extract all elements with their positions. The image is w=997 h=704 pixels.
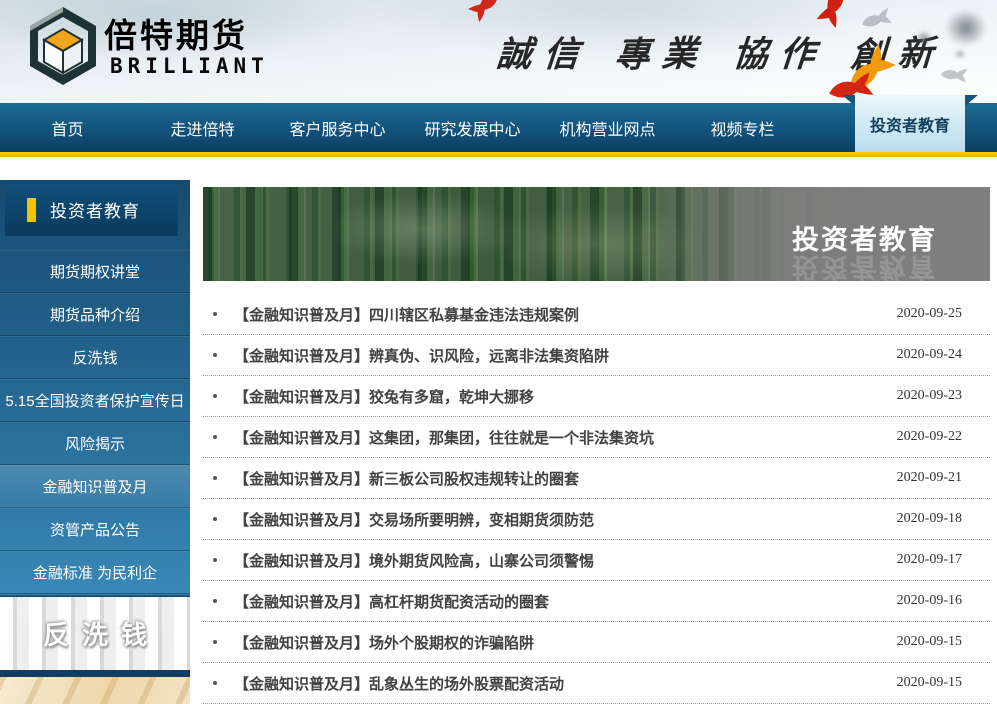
bullet-dot-icon: [213, 312, 217, 316]
brand-name-cn: 倍特期货: [104, 18, 269, 54]
sidebar-item-financial-literacy-month[interactable]: 金融知识普及月: [0, 465, 190, 508]
article-title: 【金融知识普及月】场外个股期权的诈骗陷阱: [234, 632, 534, 653]
bullet-dot-icon: [213, 517, 217, 521]
article-date: 2020-09-18: [897, 511, 990, 527]
ink-splash-decoration: [937, 2, 995, 54]
bullet-dot-icon: [213, 353, 217, 357]
bullet-dot-icon: [213, 599, 217, 603]
bullet-dot-icon: [213, 476, 217, 480]
nav-item-research[interactable]: 研究发展中心: [405, 103, 540, 152]
article-date: 2020-09-15: [897, 675, 990, 691]
promo-banner-gold[interactable]: [0, 677, 190, 704]
sidebar-menu: 期货期权讲堂 期货品种介绍 反洗钱 5.15全国投资者保护宣传日 风险揭示 金融…: [0, 236, 190, 594]
bullet-dot-icon: [213, 558, 217, 562]
brand-text: 倍特期货 BRILLIANT: [104, 6, 269, 86]
article-row[interactable]: 【金融知识普及月】新三板公司股权违规转让的圈套 2020-09-21: [203, 458, 990, 499]
gold-divider: [0, 152, 997, 157]
ink-splash-decoration: [953, 48, 967, 60]
article-date: 2020-09-17: [897, 552, 990, 568]
article-title: 【金融知识普及月】新三板公司股权违规转让的圈套: [234, 468, 579, 489]
bullet-dot-icon: [213, 435, 217, 439]
article-row[interactable]: 【金融知识普及月】高杠杆期货配资活动的圈套 2020-09-16: [203, 581, 990, 622]
article-date: 2020-09-15: [897, 634, 990, 650]
article-date: 2020-09-25: [897, 306, 990, 322]
sidebar: 投资者教育 期货期权讲堂 期货品种介绍 反洗钱 5.15全国投资者保护宣传日 风…: [0, 180, 190, 704]
bullet-dot-icon: [213, 640, 217, 644]
sidebar-item-futures-varieties[interactable]: 期货品种介绍: [0, 293, 190, 336]
article-row[interactable]: 【金融知识普及月】乱象丛生的场外股票配资活动 2020-09-15: [203, 663, 990, 704]
promo-banner-label: 反洗钱: [43, 615, 160, 652]
sidebar-title-box: 投资者教育: [5, 183, 178, 236]
brand-name-en: BRILLIANT: [110, 54, 269, 78]
article-title: 【金融知识普及月】乱象丛生的场外股票配资活动: [234, 673, 564, 694]
section-banner-title-reflection: 投资者教育: [792, 250, 937, 281]
article-date: 2020-09-16: [897, 593, 990, 609]
article-date: 2020-09-22: [897, 429, 990, 445]
article-row[interactable]: 【金融知识普及月】场外个股期权的诈骗陷阱 2020-09-15: [203, 622, 990, 663]
article-date: 2020-09-24: [897, 347, 990, 363]
article-row[interactable]: 【金融知识普及月】辨真伪、识风险，远离非法集资陷阱 2020-09-24: [203, 335, 990, 376]
article-title: 【金融知识普及月】这集团，那集团，往往就是一个非法集资坑: [234, 427, 654, 448]
promo-banner-anti-money-laundering[interactable]: 反洗钱: [0, 597, 190, 670]
sidebar-item-risk-disclosure[interactable]: 风险揭示: [0, 422, 190, 465]
article-title: 【金融知识普及月】狡兔有多窟，乾坤大挪移: [234, 386, 534, 407]
bullet-dot-icon: [213, 681, 217, 685]
article-title: 【金融知识普及月】交易场所要明辨，变相期货须防范: [234, 509, 594, 530]
article-list: 【金融知识普及月】四川辖区私募基金违法违规案例 2020-09-25 【金融知识…: [203, 294, 990, 704]
article-row[interactable]: 【金融知识普及月】境外期货风险高，山寨公司须警惕 2020-09-17: [203, 540, 990, 581]
bullet-dot-icon: [213, 394, 217, 398]
hexagon-cube-logo-icon: [30, 6, 96, 86]
sidebar-item-financial-standards[interactable]: 金融标准 为民利企: [0, 551, 190, 594]
active-tab-label: 投资者教育: [870, 112, 950, 136]
nav-item-home[interactable]: 首页: [0, 103, 135, 152]
sidebar-item-anti-money-laundering[interactable]: 反洗钱: [0, 336, 190, 379]
article-title: 【金融知识普及月】辨真伪、识风险，远离非法集资陷阱: [234, 345, 609, 366]
nav-item-about[interactable]: 走进倍特: [135, 103, 270, 152]
article-row[interactable]: 【金融知识普及月】四川辖区私募基金违法违规案例 2020-09-25: [203, 294, 990, 335]
nav-item-customer-service[interactable]: 客户服务中心: [270, 103, 405, 152]
gray-fish-icon: [937, 64, 969, 83]
site-header: 倍特期货 BRILLIANT 誠信 專業 協作 創新: [0, 0, 997, 103]
sidebar-item-futures-options-lecture[interactable]: 期货期权讲堂: [0, 250, 190, 293]
company-logo[interactable]: 倍特期货 BRILLIANT: [30, 6, 269, 86]
nav-tab-investor-education-active[interactable]: 投资者教育: [855, 95, 965, 152]
sidebar-item-asset-mgmt-announcements[interactable]: 资管产品公告: [0, 508, 190, 551]
yellow-bar-decoration: [27, 198, 36, 222]
main-nav: 首页 走进倍特 客户服务中心 研究发展中心 机构营业网点 视频专栏: [0, 103, 997, 152]
sidebar-title: 投资者教育: [50, 197, 140, 222]
slogan-collaboration: 協作: [731, 26, 829, 77]
article-row[interactable]: 【金融知识普及月】交易场所要明辨，变相期货须防范 2020-09-18: [203, 499, 990, 540]
article-title: 【金融知识普及月】境外期货风险高，山寨公司须警惕: [234, 550, 594, 571]
slogan-integrity: 誠信: [495, 26, 593, 77]
section-banner-bamboo: 投资者教育 投资者教育: [203, 187, 990, 281]
nav-item-branches[interactable]: 机构营业网点: [540, 103, 675, 152]
article-row[interactable]: 【金融知识普及月】狡兔有多窟，乾坤大挪移 2020-09-23: [203, 376, 990, 417]
article-date: 2020-09-23: [897, 388, 990, 404]
slogan-professional: 專業: [613, 25, 711, 78]
page: 倍特期货 BRILLIANT 誠信 專業 協作 創新: [0, 0, 997, 704]
nav-item-video[interactable]: 视频专栏: [675, 103, 810, 152]
article-date: 2020-09-21: [897, 470, 990, 486]
article-title: 【金融知识普及月】四川辖区私募基金违法违规案例: [234, 304, 579, 325]
ink-splash-decoration: [913, 28, 935, 48]
article-row[interactable]: 【金融知识普及月】这集团，那集团，往往就是一个非法集资坑 2020-09-22: [203, 417, 990, 458]
article-title: 【金融知识普及月】高杠杆期货配资活动的圈套: [234, 591, 549, 612]
sidebar-item-515-investor-protection-day[interactable]: 5.15全国投资者保护宣传日: [0, 379, 190, 422]
